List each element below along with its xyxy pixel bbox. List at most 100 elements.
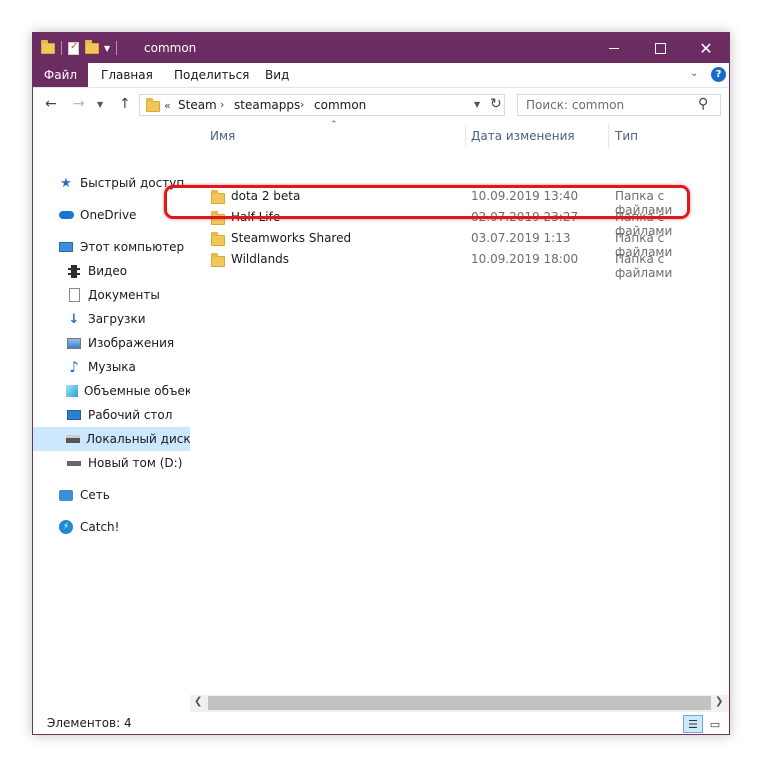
table-row[interactable]: Wildlands 10.09.2019 18:00 Папка с файла… (204, 249, 719, 280)
folder-icon (211, 252, 225, 267)
maximize-button[interactable] (637, 33, 683, 63)
tab-home[interactable]: Главная (101, 63, 153, 87)
search-input[interactable]: Поиск: common ⚲ (517, 94, 721, 116)
scroll-right-icon[interactable]: ❯ (715, 696, 723, 707)
minimize-button[interactable] (591, 33, 637, 63)
image-icon (66, 335, 82, 351)
scroll-left-icon[interactable]: ❮ (194, 696, 202, 707)
help-icon[interactable]: ? (711, 67, 726, 82)
minimize-icon (609, 47, 619, 49)
sidebar-item-documents[interactable]: Документы (33, 283, 190, 307)
sidebar-item-local-disk-c[interactable]: Локальный диск (С (33, 427, 190, 451)
network-icon (58, 487, 74, 503)
recent-locations-chevron-icon[interactable]: ▼ (97, 100, 103, 109)
breadcrumb-separator[interactable]: › (220, 98, 224, 111)
column-header-type[interactable]: Тип (615, 122, 638, 150)
sidebar-item-downloads[interactable]: ↓ Загрузки (33, 307, 190, 331)
search-icon: ⚲ (698, 96, 709, 112)
address-bar[interactable]: « Steam › steamapps › common ▼ ↻ (139, 94, 505, 116)
file-date: 10.09.2019 18:00 (471, 252, 579, 266)
toolbar-divider (61, 41, 62, 55)
sidebar-item-label: Видео (88, 264, 128, 278)
file-date: 03.07.2019 1:13 (471, 231, 571, 245)
toolbar-divider (116, 41, 118, 55)
breadcrumb-steam[interactable]: Steam (178, 98, 217, 112)
sidebar-item-this-pc[interactable]: Этот компьютер (33, 235, 190, 259)
scrollbar-thumb[interactable] (208, 696, 711, 710)
sidebar-item-label: Документы (88, 288, 160, 302)
address-row: ← → ▼ ↑ « Steam › steamapps › common ▼ ↻… (33, 88, 729, 122)
document-icon (66, 287, 82, 303)
star-icon: ★ (60, 175, 72, 191)
close-button[interactable]: ✕ (683, 33, 729, 63)
search-placeholder: Поиск: common (526, 98, 625, 112)
sidebar-item-label: Локальный диск (С (86, 432, 190, 446)
drive-icon (66, 431, 80, 447)
sidebar-item-label: Рабочий стол (88, 408, 173, 422)
properties-icon[interactable] (68, 41, 79, 55)
close-icon: ✕ (699, 38, 713, 58)
folder-icon (41, 39, 55, 54)
breadcrumb-steamapps[interactable]: steamapps (234, 98, 300, 112)
sidebar-item-desktop[interactable]: Рабочий стол (33, 403, 190, 427)
file-name: Wildlands (231, 252, 290, 266)
drive-icon (66, 455, 82, 471)
ribbon-tabs: Файл Главная Поделиться Вид ⌄ ? (33, 63, 729, 88)
sidebar-item-label: Новый том (D:) (88, 456, 183, 470)
forward-arrow-icon[interactable]: → (73, 96, 85, 112)
new-folder-icon[interactable] (85, 39, 99, 54)
cube-icon (66, 383, 78, 399)
title-bar[interactable]: ▼ common ✕ (33, 33, 729, 63)
tab-view[interactable]: Вид (265, 63, 289, 87)
sidebar-item-label: Сеть (80, 488, 110, 502)
sidebar-item-music[interactable]: ♪ Музыка (33, 355, 190, 379)
window-title: common (144, 41, 197, 55)
folder-icon (146, 98, 160, 112)
tab-share[interactable]: Поделиться (174, 63, 249, 87)
maximize-icon (654, 42, 666, 54)
sidebar-item-network[interactable]: Сеть (33, 483, 190, 507)
music-icon: ♪ (69, 358, 79, 376)
item-count: Элементов: 4 (47, 716, 132, 730)
sidebar-item-catch[interactable]: ⚡ Catch! (33, 515, 190, 539)
cloud-icon (58, 207, 74, 223)
up-arrow-icon[interactable]: ↑ (119, 96, 131, 112)
download-icon: ↓ (68, 311, 80, 327)
catch-icon: ⚡ (58, 519, 74, 535)
customize-toolbar-chevron-icon[interactable]: ▼ (104, 44, 110, 53)
large-icons-view-icon[interactable]: ▭ (705, 715, 725, 733)
breadcrumb-common[interactable]: common (314, 98, 366, 112)
sidebar-item-label: OneDrive (80, 208, 137, 222)
address-history-chevron-icon[interactable]: ▼ (474, 100, 480, 109)
explorer-window: ▼ common ✕ Файл Главная Поделиться Вид ⌄… (32, 32, 730, 735)
refresh-icon[interactable]: ↻ (490, 96, 502, 112)
sidebar-item-pictures[interactable]: Изображения (33, 331, 190, 355)
monitor-icon (58, 239, 74, 255)
column-divider[interactable] (465, 124, 466, 148)
sidebar-item-label: Изображения (88, 336, 175, 350)
sidebar-item-3d-objects[interactable]: Объемные объект (33, 379, 190, 403)
tab-file[interactable]: Файл (33, 63, 88, 87)
folder-icon (211, 231, 225, 246)
details-view-icon[interactable]: ☰ (683, 715, 703, 733)
column-header-name[interactable]: Имя (210, 122, 235, 150)
sidebar-item-label: Музыка (88, 360, 136, 374)
breadcrumb-overflow[interactable]: « (164, 99, 171, 112)
horizontal-scrollbar[interactable]: ❮ ❯ (190, 695, 729, 712)
desktop-icon (66, 407, 82, 423)
file-name: Steamworks Shared (231, 231, 352, 245)
column-divider[interactable] (608, 124, 609, 148)
sidebar-item-label: Этот компьютер (80, 240, 185, 254)
sidebar-item-label: Объемные объект (84, 384, 190, 398)
quick-access-toolbar: ▼ (41, 39, 123, 57)
column-header-date[interactable]: Дата изменения (471, 122, 575, 150)
sidebar-item-videos[interactable]: Видео (33, 259, 190, 283)
video-icon (66, 263, 82, 279)
table-row[interactable]: Steamworks Shared 03.07.2019 1:13 Папка … (204, 228, 719, 259)
expand-ribbon-chevron-icon[interactable]: ⌄ (690, 68, 698, 79)
sidebar-item-new-volume-d[interactable]: Новый том (D:) (33, 451, 190, 475)
status-bar: Элементов: 4 ☰ ▭ (33, 713, 729, 734)
breadcrumb-separator[interactable]: › (300, 98, 304, 111)
file-type: Папка с файлами (615, 252, 673, 280)
back-arrow-icon[interactable]: ← (45, 96, 57, 112)
